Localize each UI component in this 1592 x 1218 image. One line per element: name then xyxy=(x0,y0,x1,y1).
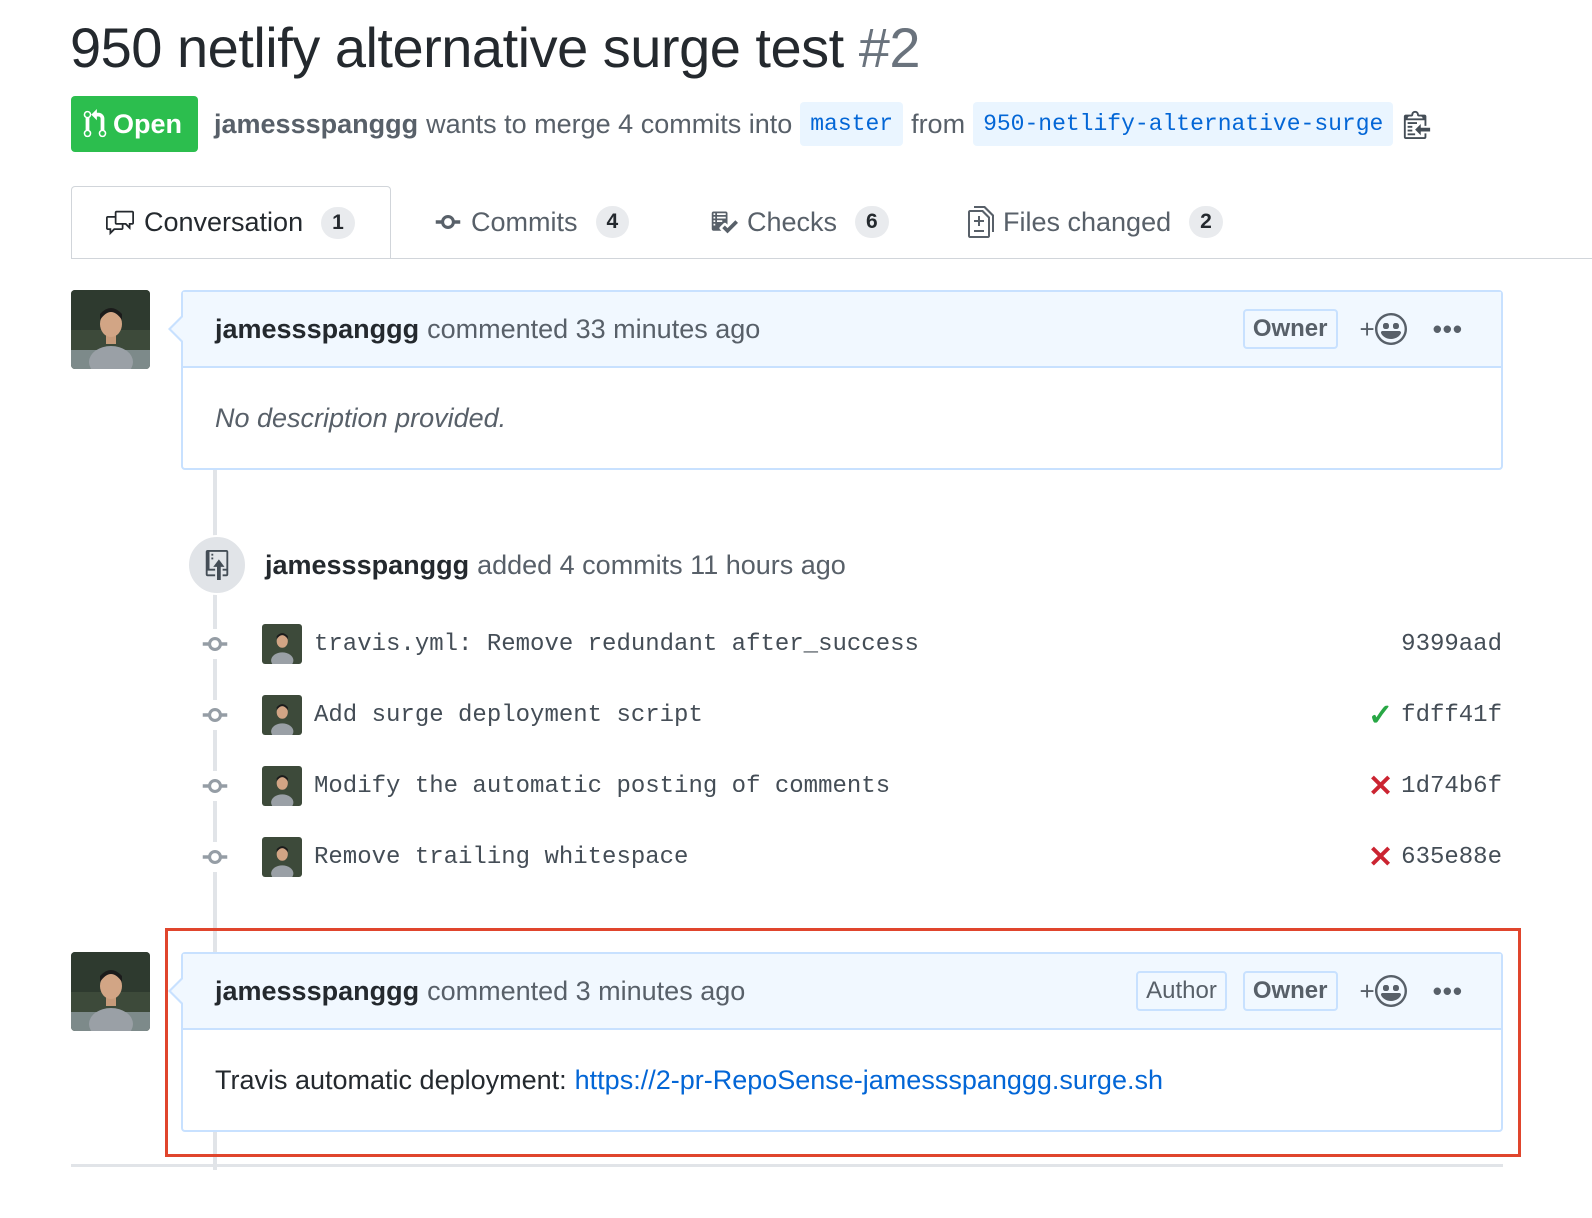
tab-commits-label: Commits xyxy=(471,206,578,237)
commit-node xyxy=(200,629,230,659)
comment-header: jamessspanggg commented 33 minutes ago O… xyxy=(183,292,1501,368)
file-diff-icon xyxy=(968,206,994,238)
highlight-box xyxy=(165,928,1521,1157)
head-branch[interactable]: 950-netlify-alternative-surge xyxy=(973,102,1394,146)
commit-node xyxy=(200,700,230,730)
commit-icon xyxy=(202,850,228,864)
avatar-image xyxy=(71,290,150,369)
commit-row: travis.yml: Remove redundant after_succe… xyxy=(200,622,1502,666)
event-author-link[interactable]: jamessspanggg xyxy=(265,550,469,581)
repo-push-badge xyxy=(187,535,247,595)
tab-conversation-label: Conversation xyxy=(144,207,304,237)
repo-push-icon xyxy=(205,550,229,580)
avatar-image xyxy=(71,952,150,1031)
commit-icon xyxy=(435,215,461,229)
tab-conversation-count: 1 xyxy=(321,206,355,239)
avatar[interactable] xyxy=(71,952,150,1031)
commit-avatar[interactable] xyxy=(262,695,302,735)
commit-sha-link[interactable]: 9399aad xyxy=(1401,631,1502,658)
tab-files-changed[interactable]: Files changed 2 xyxy=(967,186,1223,258)
tab-files-changed-label: Files changed xyxy=(1003,206,1172,237)
commit-row: Add surge deployment script ✓ fdff41f xyxy=(200,693,1502,737)
tab-conversation[interactable]: Conversation 1 xyxy=(71,186,391,258)
tab-files-changed-count: 2 xyxy=(1189,206,1223,238)
tab-commits-count: 4 xyxy=(595,206,630,238)
commit-message-link[interactable]: travis.yml: Remove redundant after_succe… xyxy=(314,631,919,658)
pr-title-text: 950 netlify alternative surge test xyxy=(70,16,844,79)
commit-icon xyxy=(202,779,228,793)
comment-body: No description provided. xyxy=(183,368,1501,468)
commit-row: Modify the automatic posting of comments… xyxy=(200,764,1502,808)
commit-sha-link[interactable]: 635e88e xyxy=(1401,844,1502,871)
pull-request-icon xyxy=(83,109,107,138)
commit-node xyxy=(200,842,230,872)
comment-box: jamessspanggg commented 33 minutes ago O… xyxy=(168,290,1503,470)
conversation-icon xyxy=(106,210,134,235)
base-branch[interactable]: master xyxy=(800,102,904,146)
tab-commits[interactable]: Commits 4 xyxy=(433,186,630,258)
check-failure-icon[interactable]: ✕ xyxy=(1368,769,1393,804)
commit-message-link[interactable]: Modify the automatic posting of comments xyxy=(314,773,890,800)
copy-branch-icon[interactable] xyxy=(1403,109,1431,139)
commit-meta: ✕ 635e88e xyxy=(1368,840,1502,875)
pr-meta: Open jamessspanggg wants to merge 4 comm… xyxy=(71,96,1431,152)
add-reaction-button[interactable]: + xyxy=(1360,313,1407,345)
merge-text: wants to merge 4 commits into xyxy=(426,108,793,139)
commit-sha-link[interactable]: fdff41f xyxy=(1401,702,1502,729)
comment-text: No description provided. xyxy=(215,402,507,433)
comment-timestamp[interactable]: commented 33 minutes ago xyxy=(427,314,760,345)
commit-icon xyxy=(202,708,228,722)
check-success-icon[interactable]: ✓ xyxy=(1368,698,1393,733)
more-options-button[interactable]: ••• xyxy=(1433,314,1463,345)
from-text: from xyxy=(911,108,966,139)
tab-checks[interactable]: Checks 6 xyxy=(709,186,889,258)
checklist-icon xyxy=(711,211,738,234)
commit-icon xyxy=(202,637,228,651)
commit-meta: 9399aad xyxy=(1401,631,1502,658)
commit-sha-link[interactable]: 1d74b6f xyxy=(1401,773,1502,800)
commit-avatar[interactable] xyxy=(262,766,302,806)
smiley-icon xyxy=(1374,313,1407,345)
commit-meta: ✕ 1d74b6f xyxy=(1368,769,1502,804)
check-failure-icon[interactable]: ✕ xyxy=(1368,840,1393,875)
commit-node xyxy=(200,771,230,801)
commit-message-link[interactable]: Add surge deployment script xyxy=(314,702,703,729)
tab-checks-label: Checks xyxy=(747,206,838,237)
state-badge: Open xyxy=(71,96,199,152)
tab-checks-count: 6 xyxy=(855,206,889,238)
commits-event: jamessspanggg added 4 commits 11 hours a… xyxy=(187,535,846,595)
state-label: Open xyxy=(113,108,183,139)
avatar[interactable] xyxy=(71,290,150,369)
commit-message-link[interactable]: Remove trailing whitespace xyxy=(314,844,688,871)
comment-author-link[interactable]: jamessspanggg xyxy=(215,314,419,345)
owner-label: Owner xyxy=(1242,309,1338,349)
pr-tabs: Conversation 1 Commits 4 Checks 6 Files … xyxy=(71,186,1592,259)
commit-avatar[interactable] xyxy=(262,624,302,664)
event-text: added 4 commits 11 hours ago xyxy=(477,549,846,580)
pr-title: 950 netlify alternative surge test #2 xyxy=(70,12,921,84)
commit-meta: ✓ fdff41f xyxy=(1368,698,1502,733)
comment-actions: Owner + ••• xyxy=(1227,292,1463,366)
reaction-plus: + xyxy=(1359,313,1375,344)
timeline-end-divider xyxy=(71,1164,1503,1167)
pr-author-link[interactable]: jamessspanggg xyxy=(214,109,418,140)
pr-number: #2 xyxy=(858,16,921,79)
commit-avatar[interactable] xyxy=(262,837,302,877)
commit-row: Remove trailing whitespace ✕ 635e88e xyxy=(200,835,1502,879)
